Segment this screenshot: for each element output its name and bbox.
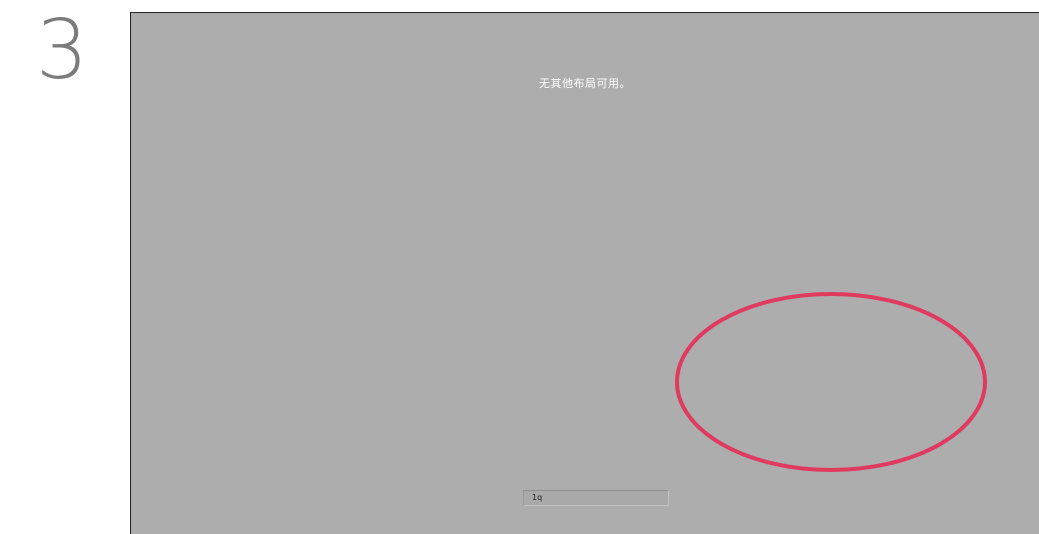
- bottom-input-field[interactable]: 1q: [523, 490, 669, 506]
- no-layouts-message: 无其他布局可用。: [539, 77, 631, 90]
- device-screen: 无其他布局可用。 1q: [130, 12, 1039, 534]
- instruction-page: 3 无其他布局可用。 1q: [0, 0, 1039, 534]
- step-number: 3: [36, 3, 89, 98]
